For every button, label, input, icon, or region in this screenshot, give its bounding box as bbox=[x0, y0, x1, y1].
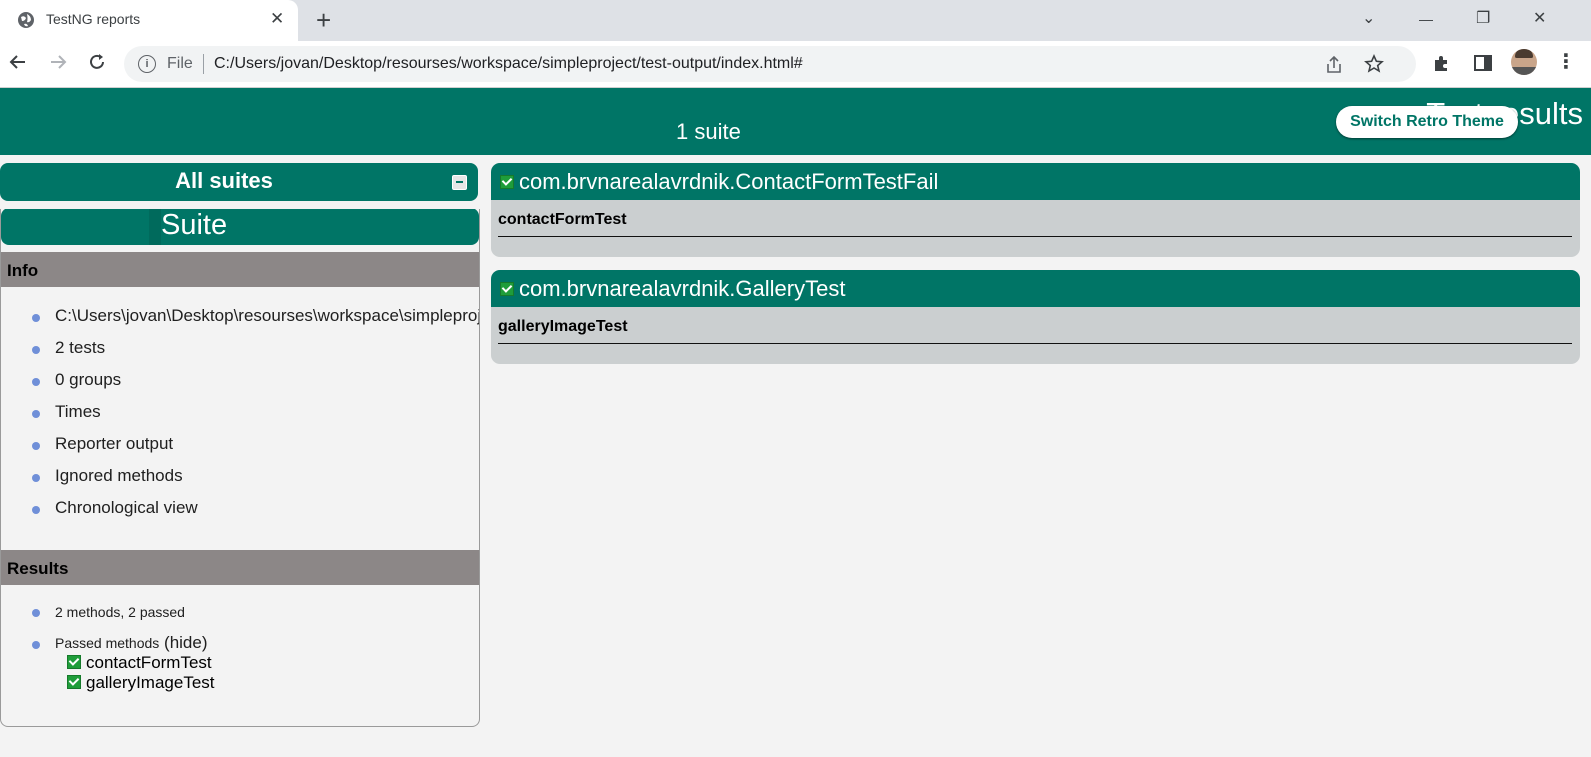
globe-icon bbox=[18, 12, 34, 28]
tab-strip: TestNG reports ✕ + ⌄ — ❐ ✕ bbox=[0, 0, 1591, 41]
sidebar: All suites Suite Info C:\Users\jovan\Des… bbox=[0, 163, 480, 727]
forward-icon[interactable] bbox=[48, 52, 68, 72]
times-link[interactable]: Times bbox=[55, 402, 101, 422]
back-icon[interactable] bbox=[8, 52, 28, 72]
passed-check-icon bbox=[500, 282, 514, 296]
passed-methods-label: Passed methods bbox=[55, 635, 160, 651]
report-header: Test results 1 suite Switch Retro Theme bbox=[0, 88, 1591, 155]
suite-panel: Suite Info C:\Users\jovan\Desktop\resour… bbox=[0, 209, 480, 727]
share-icon[interactable] bbox=[1324, 55, 1344, 75]
bullet-icon bbox=[32, 641, 40, 649]
menu-icon[interactable]: ⋮ bbox=[1556, 50, 1576, 74]
tab-title: TestNG reports bbox=[46, 11, 141, 27]
passed-method-link[interactable]: galleryImageTest bbox=[67, 673, 215, 693]
passed-check-icon bbox=[67, 655, 81, 670]
class-name: com.brvnarealavrdnik.GalleryTest bbox=[519, 276, 846, 301]
reporter-output-link[interactable]: Reporter output bbox=[55, 434, 173, 454]
divider bbox=[498, 236, 1572, 237]
new-tab-button[interactable]: + bbox=[316, 5, 331, 35]
divider bbox=[498, 343, 1572, 344]
tab-search-icon[interactable]: ⌄ bbox=[1362, 9, 1375, 29]
extensions-icon[interactable] bbox=[1432, 53, 1452, 73]
restore-icon[interactable]: ❐ bbox=[1476, 9, 1490, 29]
class-name: com.brvnarealavrdnik.ContactFormTestFail bbox=[519, 169, 939, 194]
address-separator bbox=[203, 54, 204, 74]
close-tab-icon[interactable]: ✕ bbox=[270, 9, 284, 29]
bullet-icon bbox=[32, 474, 40, 482]
browser-tab[interactable]: TestNG reports ✕ bbox=[0, 0, 298, 41]
class-card: com.brvnarealavrdnik.GalleryTest gallery… bbox=[491, 270, 1580, 364]
bullet-icon bbox=[32, 609, 40, 617]
all-suites-label: All suites bbox=[175, 168, 273, 193]
info-icon[interactable]: i bbox=[138, 55, 156, 73]
bullet-icon bbox=[32, 442, 40, 450]
info-section-header: Info bbox=[1, 252, 479, 287]
class-header[interactable]: com.brvnarealavrdnik.ContactFormTestFail bbox=[491, 163, 1580, 200]
passed-check-icon bbox=[67, 675, 81, 690]
window-close-icon[interactable]: ✕ bbox=[1533, 9, 1546, 29]
chronological-view-link[interactable]: Chronological view bbox=[55, 498, 198, 518]
browser-toolbar: i File C:/Users/jovan/Desktop/resourses/… bbox=[0, 41, 1591, 88]
hide-link[interactable]: (hide) bbox=[164, 633, 207, 652]
class-card: com.brvnarealavrdnik.ContactFormTestFail… bbox=[491, 163, 1580, 257]
address-bar[interactable]: i File C:/Users/jovan/Desktop/resourses/… bbox=[124, 46, 1416, 82]
info-label: Info bbox=[7, 261, 39, 280]
suite-count: 1 suite bbox=[676, 119, 741, 144]
testng-xml-link[interactable]: C:\Users\jovan\Desktop\resourses\workspa… bbox=[55, 306, 479, 326]
switch-theme-button[interactable]: Switch Retro Theme bbox=[1336, 106, 1518, 138]
bullet-icon bbox=[32, 346, 40, 354]
scheme-label: File bbox=[167, 55, 193, 72]
passed-method-link[interactable]: contactFormTest bbox=[67, 653, 212, 673]
results-label: Results bbox=[7, 559, 69, 578]
tests-link[interactable]: 2 tests bbox=[55, 338, 105, 358]
results-summary-text: 2 methods, 2 passed bbox=[55, 604, 185, 620]
bullet-icon bbox=[32, 506, 40, 514]
collapse-icon[interactable] bbox=[452, 175, 467, 190]
url-text[interactable]: C:/Users/jovan/Desktop/resourses/workspa… bbox=[214, 55, 803, 73]
ignored-methods-link[interactable]: Ignored methods bbox=[55, 466, 183, 486]
all-suites-bar[interactable]: All suites bbox=[0, 163, 478, 201]
reload-icon[interactable] bbox=[87, 52, 107, 72]
bullet-icon bbox=[32, 378, 40, 386]
suite-header[interactable]: Suite bbox=[1, 209, 479, 245]
bullet-icon bbox=[32, 314, 40, 322]
profile-avatar[interactable] bbox=[1511, 49, 1537, 75]
sidepanel-icon[interactable] bbox=[1473, 53, 1493, 73]
minimize-icon[interactable]: — bbox=[1419, 9, 1433, 29]
bullet-icon bbox=[32, 410, 40, 418]
passed-check-icon bbox=[500, 175, 514, 189]
star-icon[interactable] bbox=[1364, 54, 1384, 74]
method-name[interactable]: contactFormTest bbox=[498, 211, 627, 229]
class-header[interactable]: com.brvnarealavrdnik.GalleryTest bbox=[491, 270, 1580, 307]
method-name[interactable]: galleryImageTest bbox=[498, 318, 628, 336]
suite-name: Suite bbox=[161, 209, 228, 241]
results-section-header: Results bbox=[1, 550, 479, 585]
groups-link[interactable]: 0 groups bbox=[55, 370, 121, 390]
